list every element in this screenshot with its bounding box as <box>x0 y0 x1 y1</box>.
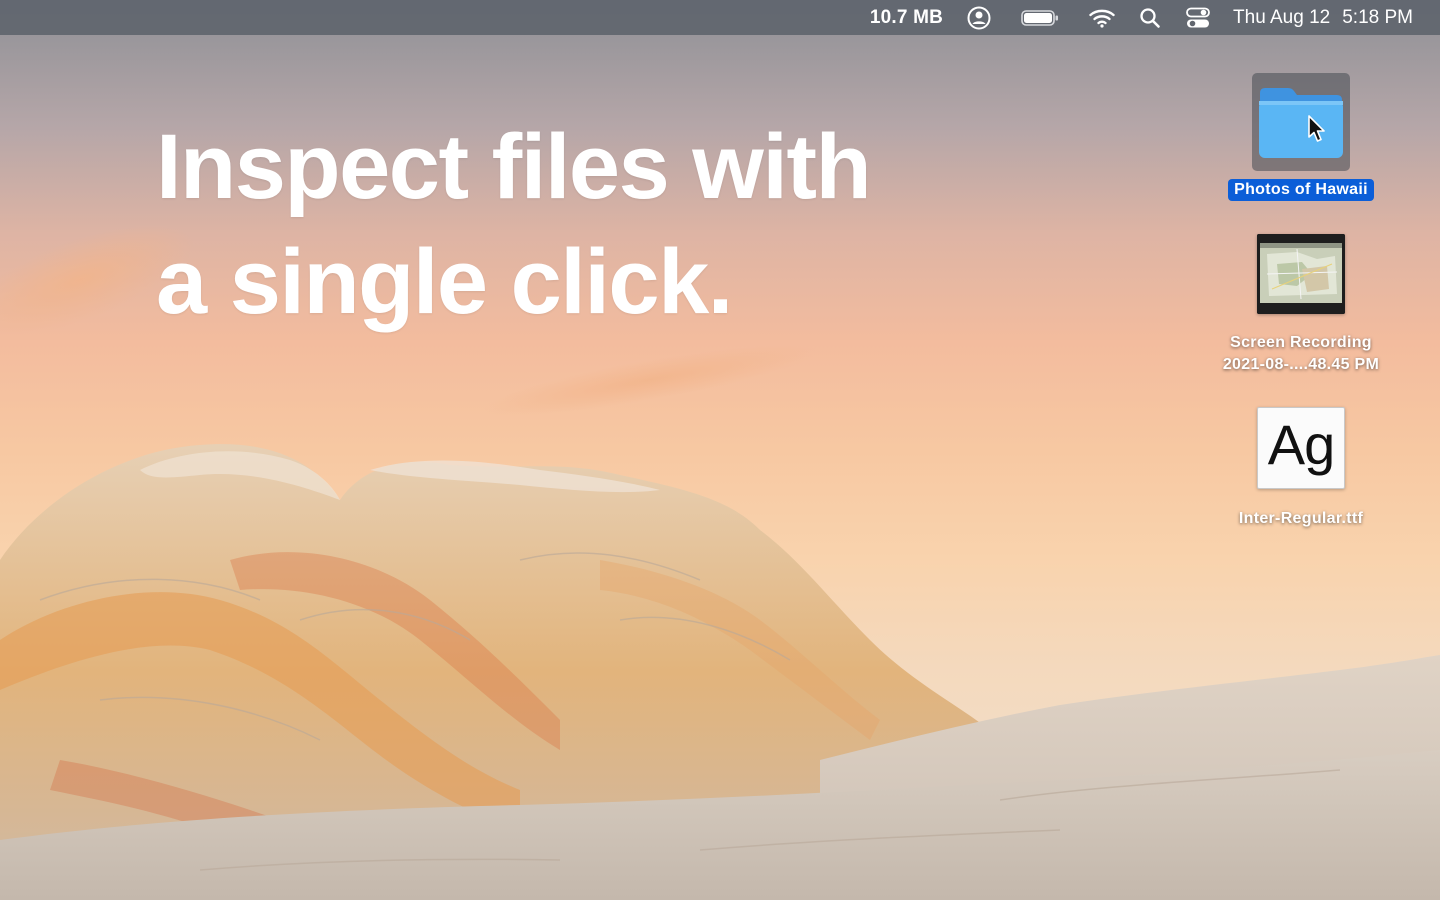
menubar-date: Thu Aug 12 <box>1233 6 1331 28</box>
desktop-item-inter-regular[interactable]: Ag Inter-Regular.ttf <box>1191 407 1411 530</box>
selection-highlight <box>1252 73 1350 171</box>
menu-bar: 10.7 MB Thu Aug 12 5:18 PM <box>0 0 1440 35</box>
folder-icon <box>1259 88 1343 158</box>
user-circle-icon[interactable] <box>967 0 991 35</box>
wifi-icon[interactable] <box>1089 0 1115 35</box>
headline-line-1: Inspect files with <box>156 116 872 218</box>
desktop-item-photos-of-hawaii[interactable]: Photos of Hawaii <box>1191 73 1411 201</box>
headline: Inspect files with a single click. <box>156 110 872 340</box>
search-icon[interactable] <box>1139 0 1161 35</box>
font-preview-sample: Ag <box>1267 413 1336 476</box>
desktop-item-label-line-2: 2021-08-....48.45 PM <box>1222 356 1380 373</box>
desktop-item-label: Screen Recording 2021-08-....48.45 PM <box>1223 332 1379 376</box>
headline-line-2: a single click. <box>156 231 733 333</box>
battery-icon[interactable] <box>1021 0 1059 35</box>
menubar-time: 5:18 PM <box>1342 6 1413 28</box>
memory-indicator[interactable]: 10.7 MB <box>870 0 943 35</box>
desktop: 10.7 MB Thu Aug 12 5:18 PM Inspect files… <box>0 0 1440 900</box>
video-thumbnail-icon <box>1257 234 1345 314</box>
mouse-cursor-icon <box>1308 115 1325 142</box>
desktop-item-screen-recording[interactable]: Screen Recording 2021-08-....48.45 PM <box>1191 234 1411 376</box>
desktop-item-label-line-1: Screen Recording <box>1230 334 1372 351</box>
desktop-item-label: Photos of Hawaii <box>1228 179 1374 201</box>
control-center-icon[interactable] <box>1185 0 1211 35</box>
font-file-icon: Ag <box>1257 407 1345 489</box>
desktop-item-label: Inter-Regular.ttf <box>1238 510 1364 527</box>
clock[interactable]: Thu Aug 12 5:18 PM <box>1233 0 1413 35</box>
